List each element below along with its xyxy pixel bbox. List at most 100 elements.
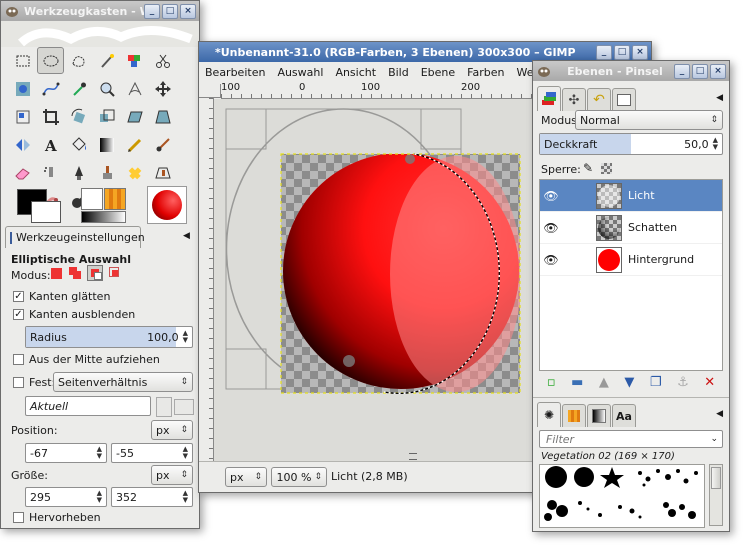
active-image-thumbnail[interactable] — [147, 186, 187, 224]
bucket-fill-tool-button[interactable] — [65, 131, 92, 158]
raise-layer-icon[interactable]: ▲ — [599, 375, 609, 390]
paths-tool-button[interactable] — [37, 75, 64, 102]
zoom-select[interactable]: 100 % ⇕ — [271, 467, 327, 487]
fixed-checkbox[interactable]: Fest: — [13, 376, 55, 389]
flip-tool-button[interactable] — [9, 131, 36, 158]
panel-menu-icon[interactable]: ◀ — [716, 93, 723, 103]
spin-icon[interactable]: ▲ ▼ — [183, 446, 188, 460]
airbrush-tool-button[interactable] — [37, 159, 64, 186]
color-select-tool-button[interactable] — [121, 47, 148, 74]
new-layer-group-icon[interactable]: ▬ — [571, 375, 583, 390]
minimize-icon[interactable]: _ — [144, 3, 160, 19]
perspective-tool-button[interactable] — [149, 103, 176, 130]
rect-select-tool-button[interactable] — [9, 47, 36, 74]
tab-patterns[interactable] — [562, 404, 586, 427]
brush-grid[interactable] — [539, 464, 705, 528]
lower-layer-icon[interactable]: ▼ — [624, 375, 634, 390]
move-tool-button[interactable] — [149, 75, 176, 102]
visibility-eye-icon[interactable]: 👁 — [540, 189, 562, 203]
menu-item[interactable]: Bild — [382, 66, 415, 79]
radius-slider[interactable]: Radius 100,0 ▲ ▼ — [25, 326, 193, 348]
layer-row[interactable]: 👁 Licht — [540, 180, 722, 212]
layer-row[interactable]: 👁 Hintergrund — [540, 244, 722, 276]
scissors-tool-button[interactable] — [149, 47, 176, 74]
brush-filter-input[interactable] — [544, 431, 698, 447]
ellipse-select-tool-button[interactable] — [37, 47, 64, 74]
new-layer-icon[interactable]: ▫ — [547, 375, 556, 390]
measure-tool-button[interactable] — [121, 75, 148, 102]
menu-item[interactable]: Ansicht — [329, 66, 382, 79]
size-unit-select[interactable]: px ⇕ — [151, 465, 193, 485]
pencil-tool-button[interactable] — [121, 131, 148, 158]
visibility-eye-icon[interactable]: 👁 — [540, 221, 562, 235]
size-height-field[interactable]: 352 ▲ ▼ — [111, 487, 193, 507]
canvas-resize-handle[interactable] — [409, 453, 417, 460]
eraser-tool-button[interactable] — [9, 159, 36, 186]
layers-titlebar[interactable]: Ebenen - Pinsel _ □ × — [533, 61, 729, 81]
clone-tool-button[interactable] — [93, 159, 120, 186]
spin-icon[interactable]: ▲ ▼ — [183, 490, 188, 504]
foreground-select-tool-button[interactable] — [9, 75, 36, 102]
portrait-button[interactable] — [156, 397, 172, 417]
crop-tool-button[interactable] — [37, 103, 64, 130]
tab-tool-options[interactable]: Werkzeugeinstellungen — [5, 226, 145, 248]
close-icon[interactable]: × — [632, 44, 648, 60]
antialias-checkbox[interactable]: ✓ Kanten glätten — [13, 290, 110, 303]
brush-scrollbar[interactable] — [709, 464, 723, 526]
menu-item[interactable]: Auswahl — [271, 66, 329, 79]
minimize-icon[interactable]: _ — [674, 63, 690, 79]
tab-layers[interactable] — [537, 86, 561, 111]
heal-tool-button[interactable] — [121, 159, 148, 186]
mode-replace-button[interactable] — [51, 268, 62, 279]
maximize-icon[interactable]: □ — [162, 3, 178, 19]
zoom-tool-button[interactable] — [93, 75, 120, 102]
unit-select[interactable]: px ⇕ — [225, 467, 267, 487]
maximize-icon[interactable]: □ — [692, 63, 708, 79]
tab-fonts[interactable]: Aa — [612, 404, 636, 427]
toolbox-titlebar[interactable]: Werkzeugkasten - We _ □ × — [1, 1, 199, 21]
panel-menu-icon[interactable]: ◀ — [716, 409, 723, 419]
tab-brushes[interactable]: ✺ — [537, 402, 561, 427]
chevron-down-icon[interactable]: ⌄ — [710, 434, 718, 444]
ink-tool-button[interactable] — [65, 159, 92, 186]
feather-checkbox[interactable]: ✓ Kanten ausblenden — [13, 308, 135, 321]
rotate-tool-button[interactable] — [65, 103, 92, 130]
mode-intersect-button[interactable] — [109, 267, 121, 279]
panel-menu-icon[interactable]: ◀ — [183, 231, 190, 241]
gradient-preview[interactable] — [81, 211, 126, 223]
duplicate-layer-icon[interactable]: ❐ — [650, 375, 662, 390]
spin-icon[interactable]: ▲ ▼ — [97, 446, 102, 460]
anchor-layer-icon[interactable]: ⚓ — [677, 375, 689, 390]
background-color-swatch[interactable] — [31, 201, 61, 223]
brush-filter-field[interactable]: ⌄ — [539, 430, 723, 448]
spin-icon[interactable]: ▲ ▼ — [97, 490, 102, 504]
pattern-preview[interactable] — [104, 188, 126, 210]
expand-center-checkbox[interactable]: Aus der Mitte aufziehen — [13, 353, 160, 366]
menu-item[interactable]: Ebene — [415, 66, 461, 79]
highlight-checkbox[interactable]: Hervorheben — [13, 511, 101, 524]
layer-row[interactable]: 👁 Schatten — [540, 212, 722, 244]
mode-add-button[interactable] — [69, 267, 82, 280]
close-icon[interactable]: × — [710, 63, 726, 79]
visibility-eye-icon[interactable]: 👁 — [540, 253, 562, 267]
tab-undo[interactable]: ↶ — [587, 88, 611, 111]
menu-item[interactable]: Bearbeiten — [199, 66, 271, 79]
tab-paths[interactable] — [612, 88, 636, 111]
delete-layer-icon[interactable]: ✕ — [704, 375, 715, 390]
text-tool-button[interactable]: A — [37, 131, 64, 158]
color-picker-tool-button[interactable] — [65, 75, 92, 102]
position-x-field[interactable]: -67 ▲ ▼ — [25, 443, 107, 463]
image-titlebar[interactable]: *Unbenannt-31.0 (RGB-Farben, 3 Ebenen) 3… — [199, 42, 651, 62]
size-width-field[interactable]: 295 ▲ ▼ — [25, 487, 107, 507]
free-select-tool-button[interactable] — [65, 47, 92, 74]
layer-mode-select[interactable]: Normal ⇕ — [575, 110, 723, 130]
spin-icon[interactable]: ▲ ▼ — [713, 137, 718, 151]
minimize-icon[interactable]: _ — [596, 44, 612, 60]
opacity-slider[interactable]: Deckkraft 50,0 ▲ ▼ — [539, 133, 723, 155]
shear-tool-button[interactable] — [121, 103, 148, 130]
perspective-clone-tool-button[interactable] — [149, 159, 176, 186]
position-unit-select[interactable]: px ⇕ — [151, 420, 193, 440]
maximize-icon[interactable]: □ — [614, 44, 630, 60]
scrollbar-thumb[interactable] — [711, 467, 721, 489]
align-tool-button[interactable] — [9, 103, 36, 130]
